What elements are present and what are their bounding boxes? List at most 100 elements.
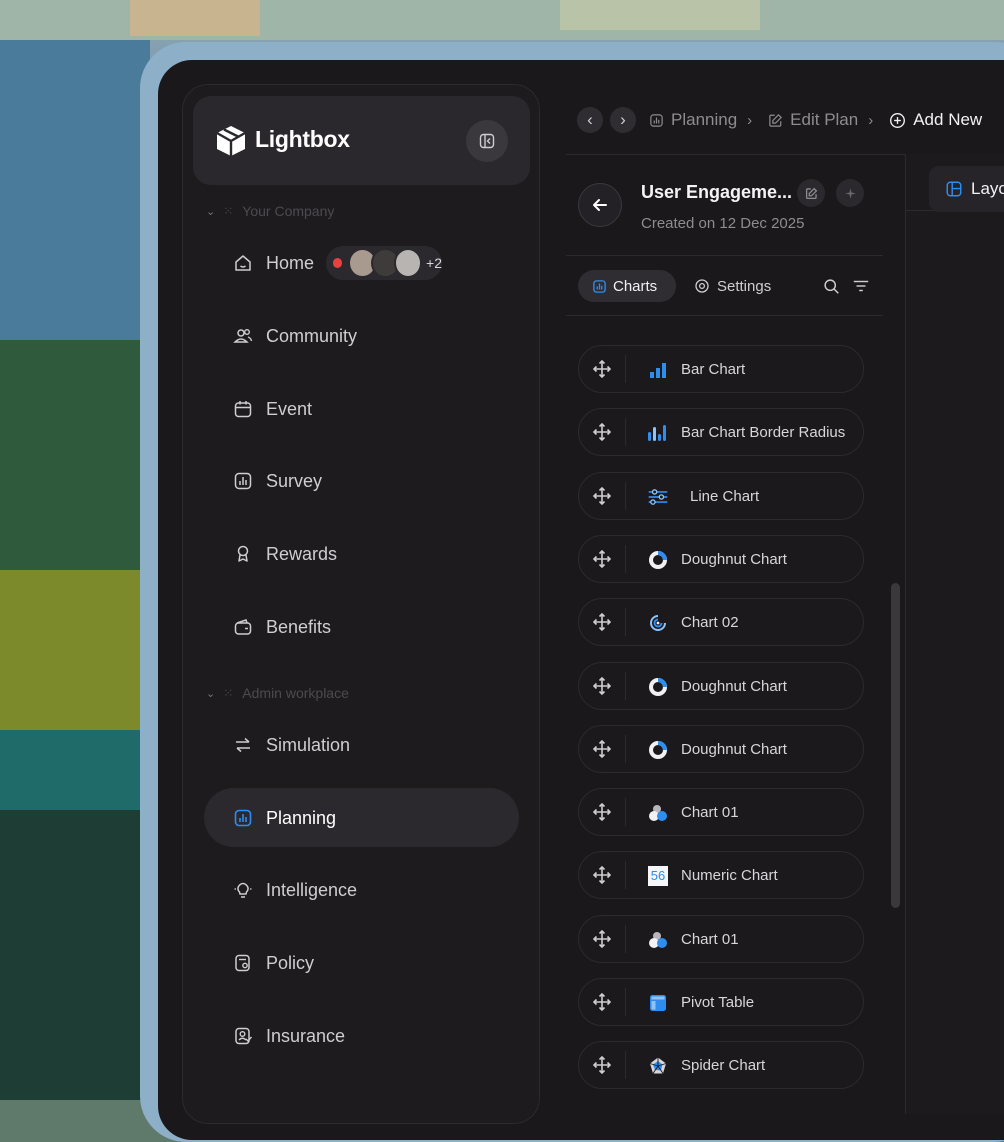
section-admin-workplace[interactable]: ⌄ ⁙ Admin workplace — [206, 685, 349, 701]
drag-handle-icon[interactable] — [592, 359, 612, 379]
breadcrumb-planning[interactable]: Planning — [649, 110, 737, 130]
drag-handle-icon[interactable] — [592, 929, 612, 948]
grid-dots-icon: ⁙ — [223, 686, 235, 700]
breadcrumb-label: Edit Plan — [790, 110, 859, 129]
divider — [625, 924, 626, 953]
tab-layout[interactable]: Layo — [929, 166, 1004, 212]
breadcrumb-label: Planning — [671, 110, 738, 129]
breadcrumb-add-new[interactable]: Add New — [889, 110, 982, 130]
bubble-chart-icon — [647, 802, 669, 824]
nav-item-insurance[interactable]: Insurance — [232, 1016, 345, 1056]
divider — [625, 608, 626, 637]
chart-item-label: Chart 01 — [681, 804, 739, 822]
nav-label: Simulation — [266, 734, 351, 755]
nav-label: Home — [266, 252, 315, 273]
settings-icon — [695, 279, 709, 293]
plan-title: User Engageme... — [641, 182, 793, 202]
nav-item-community[interactable]: Community — [232, 316, 357, 356]
chart-list-item[interactable]: Bar Chart Border Radius — [578, 408, 864, 457]
doughnut-chart-icon — [647, 739, 669, 761]
edit-icon — [805, 187, 817, 199]
chart-list-item[interactable]: Pivot Table — [578, 978, 864, 1026]
bar-chart-rounded-icon — [647, 422, 669, 444]
nav-item-simulation[interactable]: Simulation — [232, 725, 350, 765]
divider — [625, 671, 626, 700]
divider — [625, 1051, 626, 1080]
filter-button[interactable] — [851, 276, 871, 296]
chart-list-item[interactable]: Chart 01 — [578, 914, 864, 963]
chevron-right-icon: › — [747, 111, 753, 129]
chart-list-item[interactable]: Doughnut Chart — [578, 534, 864, 583]
chevron-right-icon: › — [868, 111, 874, 129]
chart-list-item[interactable]: Doughnut Chart — [578, 724, 864, 773]
nav-item-rewards[interactable]: Rewards — [232, 534, 337, 574]
back-nav-button[interactable]: ‹ — [577, 107, 603, 133]
edit-title-button[interactable] — [797, 179, 825, 207]
nav-item-survey[interactable]: Survey — [232, 461, 322, 501]
nav-item-benefits[interactable]: Benefits — [232, 607, 331, 647]
nav-item-policy[interactable]: Policy — [232, 943, 314, 983]
presence-count: +2 — [426, 255, 442, 271]
tab-charts[interactable]: Charts — [578, 270, 676, 302]
chart-list-item[interactable]: Line Chart — [578, 471, 864, 520]
breadcrumb-edit-plan[interactable]: Edit Plan — [768, 110, 858, 130]
drag-handle-icon[interactable] — [592, 739, 612, 758]
spider-chart-icon — [647, 1055, 669, 1077]
chart-list-item[interactable]: Spider Chart — [578, 1041, 864, 1090]
scrollbar[interactable] — [891, 583, 900, 908]
drag-handle-icon[interactable] — [592, 486, 612, 505]
divider — [566, 315, 883, 316]
canvas-area — [906, 154, 1004, 1114]
drag-handle-icon[interactable] — [592, 1056, 612, 1075]
section-label: Your Company — [242, 203, 335, 219]
tab-label: Settings — [717, 277, 772, 295]
collapse-sidebar-button[interactable] — [466, 120, 508, 162]
nav-item-home[interactable]: Home — [232, 243, 314, 283]
nav-label: Survey — [266, 470, 323, 491]
sidebar-collapse-icon — [479, 133, 495, 149]
drag-handle-icon[interactable] — [592, 613, 612, 632]
chart-list-item[interactable]: Chart 02 — [578, 598, 864, 647]
search-button[interactable] — [821, 276, 841, 296]
planning-icon — [650, 113, 663, 127]
brand-header: Lightbox — [193, 96, 530, 185]
divider — [566, 255, 883, 256]
arrow-left-icon — [593, 199, 607, 211]
chart-list-item[interactable]: 56 Numeric Chart — [578, 851, 864, 900]
forward-nav-button[interactable]: › — [610, 107, 636, 133]
chart-list-item[interactable]: Bar Chart — [578, 345, 864, 393]
presence-avatars[interactable]: +2 — [326, 246, 442, 280]
nav-item-planning[interactable]: Planning — [232, 798, 336, 838]
arrows-icon — [232, 734, 254, 756]
drag-handle-icon[interactable] — [592, 992, 612, 1012]
nav-label: Policy — [266, 952, 315, 973]
avatar — [393, 248, 423, 278]
section-your-company[interactable]: ⌄ ⁙ Your Company — [206, 203, 334, 219]
chart-list-item[interactable]: Chart 01 — [578, 788, 864, 837]
drag-handle-icon[interactable] — [592, 549, 612, 569]
insurance-icon — [232, 1025, 254, 1047]
drag-handle-icon[interactable] — [592, 676, 612, 695]
nav-label: Rewards — [266, 543, 338, 564]
tab-label: Charts — [613, 277, 658, 295]
policy-icon — [232, 952, 254, 974]
numeric-value: 56 — [648, 866, 668, 887]
chart-item-label: Line Chart — [690, 487, 760, 505]
nav-item-intelligence[interactable]: Intelligence — [232, 870, 357, 910]
sparkle-button[interactable] — [836, 179, 864, 207]
tab-settings[interactable]: Settings — [694, 270, 771, 302]
drag-handle-icon[interactable] — [592, 802, 612, 822]
divider — [625, 861, 626, 890]
plan-created-date: Created on 12 Dec 2025 — [641, 215, 805, 232]
back-button[interactable] — [578, 183, 622, 227]
drag-handle-icon[interactable] — [592, 423, 612, 442]
nav-item-event[interactable]: Event — [232, 389, 312, 429]
chart-list-item[interactable]: Doughnut Chart — [578, 661, 864, 710]
chart-item-label: Doughnut Chart — [681, 550, 787, 568]
divider — [625, 544, 626, 573]
search-icon — [823, 278, 839, 294]
filter-icon — [853, 280, 869, 292]
drag-handle-icon[interactable] — [592, 866, 612, 885]
chart-icon — [593, 279, 606, 293]
brand-name: Lightbox — [255, 126, 350, 152]
